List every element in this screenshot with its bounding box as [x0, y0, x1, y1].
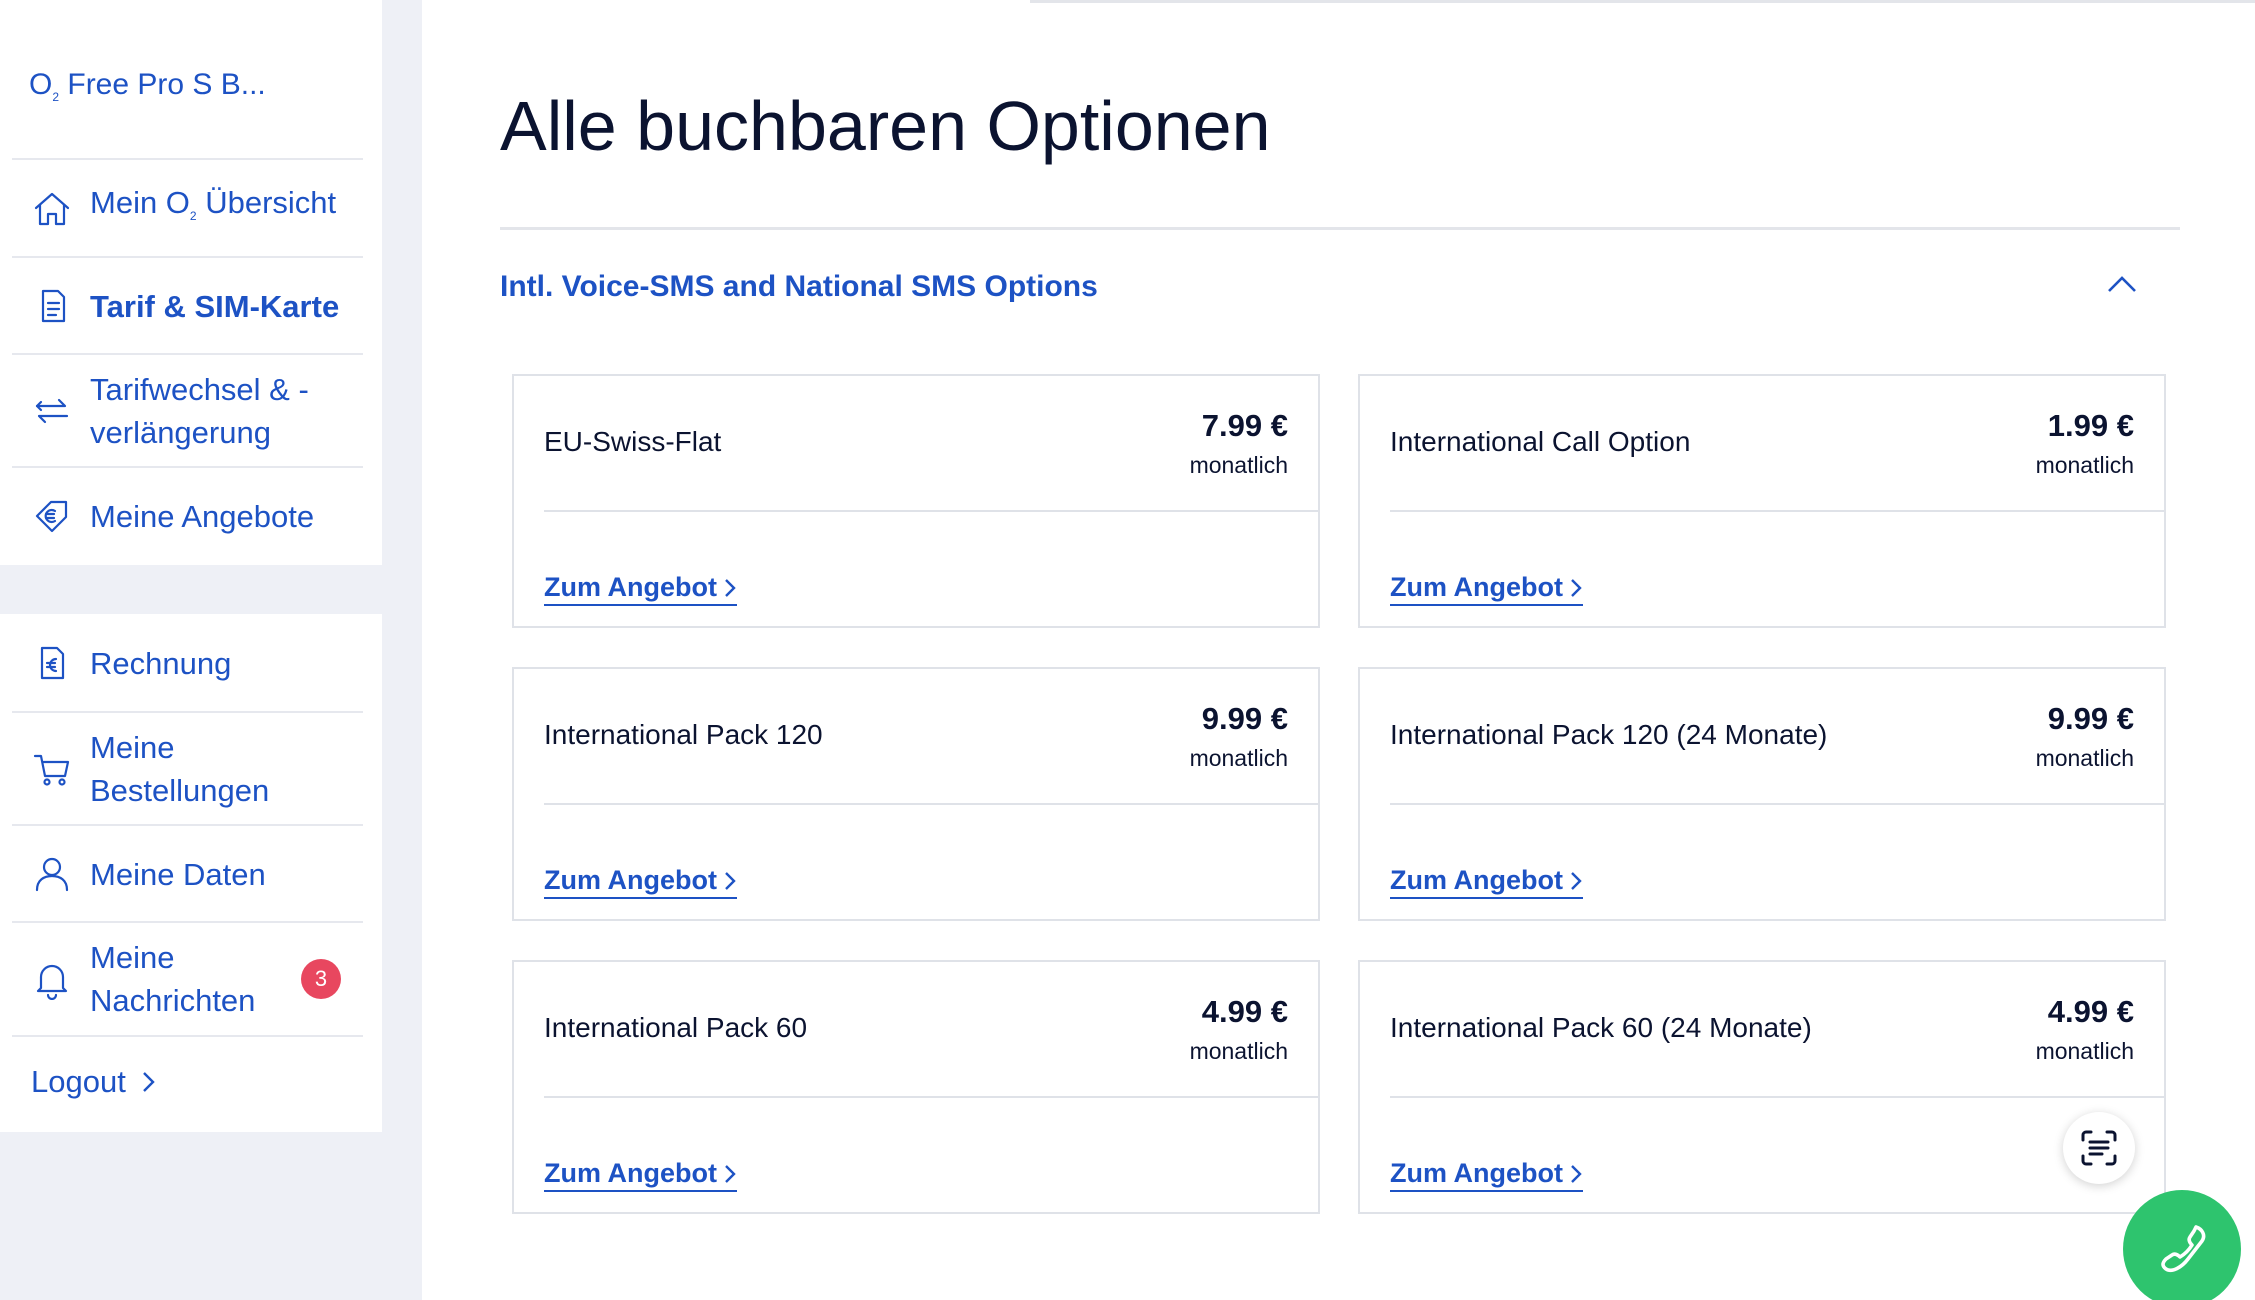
cart-icon	[12, 748, 90, 790]
sidebar-item-label: Meine Daten	[90, 856, 266, 892]
offer-card: International Pack 120 (24 Monate) 9.99 …	[1358, 667, 2166, 921]
sidebar-item-label: Meine Angebote	[90, 498, 315, 534]
bell-icon	[12, 958, 90, 1000]
offer-price: 9.99 €	[2047, 701, 2134, 736]
card-divider	[544, 1096, 1318, 1098]
document-icon	[12, 285, 90, 327]
offer-period: monatlich	[2035, 745, 2134, 771]
offer-link[interactable]: Zum Angebot	[1390, 1158, 1583, 1192]
offer-link[interactable]: Zum Angebot	[544, 572, 737, 606]
chevron-right-icon	[725, 1164, 736, 1183]
offer-period: monatlich	[1189, 1038, 1288, 1064]
sidebar-item-label: Rechnung	[90, 645, 232, 681]
section-title[interactable]: Intl. Voice-SMS and National SMS Options	[500, 270, 1098, 304]
swap-arrows-icon	[12, 390, 90, 432]
sidebar-item-angebote[interactable]: Meine Angebote	[12, 466, 363, 564]
phone-icon	[2161, 1225, 2206, 1273]
card-divider	[544, 803, 1318, 805]
sidebar-item-label: Tarif & SIM-Karte	[90, 288, 340, 324]
offer-period: monatlich	[2035, 1038, 2134, 1064]
scan-text-button[interactable]	[2063, 1112, 2135, 1184]
user-icon	[12, 853, 90, 895]
home-icon	[12, 188, 90, 230]
page-title: Alle buchbaren Optionen	[500, 87, 1271, 165]
sidebar-item-tarifwechsel[interactable]: Tarifwechsel & - verlängerung	[12, 353, 363, 467]
offer-period: monatlich	[1189, 745, 1288, 771]
logout-label: Logout	[31, 1064, 126, 1099]
offer-price: 9.99 €	[1201, 701, 1288, 736]
sidebar-item-daten[interactable]: Meine Daten	[12, 824, 363, 922]
euro-invoice-icon	[12, 642, 90, 684]
sidebar-divider	[12, 1035, 363, 1037]
sidebar-item-label: Meine Nachrichten	[90, 940, 256, 1018]
offer-link[interactable]: Zum Angebot	[1390, 572, 1583, 606]
chevron-right-icon	[142, 1072, 155, 1092]
card-divider	[544, 510, 1318, 512]
offer-card: International Call Option 1.99 € monatli…	[1358, 374, 2166, 628]
scan-text-icon	[2081, 1130, 2117, 1166]
offer-card: EU-Swiss-Flat 7.99 € monatlich Zum Angeb…	[512, 374, 1320, 628]
sidebar-item-nachrichten[interactable]: Meine Nachrichten 3	[12, 921, 363, 1035]
card-divider	[1390, 1096, 2164, 1098]
offer-period: monatlich	[1189, 452, 1288, 478]
offer-period: monatlich	[2035, 452, 2134, 478]
sidebar-item-label: Meine Bestellungen	[90, 730, 270, 808]
call-button[interactable]	[2123, 1190, 2241, 1300]
card-divider	[1390, 510, 2164, 512]
offer-price: 7.99 €	[1201, 408, 1288, 443]
offer-name: International Pack 120 (24 Monate)	[1390, 719, 1828, 750]
chevron-right-icon	[725, 578, 736, 597]
tarif-selector[interactable]: O2 Free Pro S B...	[29, 68, 266, 104]
offer-name: EU-Swiss-Flat	[544, 426, 722, 457]
section-divider	[500, 227, 2180, 230]
sidebar-item-overview[interactable]: Mein O2 Übersicht	[12, 158, 363, 258]
chevron-right-icon	[1571, 578, 1582, 597]
sidebar-item-label: Mein O2 Übersicht	[90, 184, 337, 223]
offer-link[interactable]: Zum Angebot	[544, 865, 737, 899]
notification-badge: 3	[301, 959, 341, 999]
sidebar-card-tarif: O2 Free Pro S B... Mein O2 Übersicht Tar…	[0, 0, 382, 565]
euro-tag-icon	[12, 495, 90, 537]
sidebar-item-rechnung[interactable]: Rechnung	[12, 614, 363, 712]
sidebar-item-bestellungen[interactable]: Meine Bestellungen	[12, 711, 363, 825]
offer-link[interactable]: Zum Angebot	[1390, 865, 1583, 899]
card-divider	[1390, 803, 2164, 805]
offer-price: 4.99 €	[1201, 994, 1288, 1029]
chevron-right-icon	[1571, 1164, 1582, 1183]
offer-name: International Pack 120	[544, 719, 823, 750]
offer-name: International Pack 60	[544, 1012, 808, 1043]
sidebar: O2 Free Pro S B... Mein O2 Übersicht Tar…	[0, 0, 422, 1300]
sidebar-item-tarif-sim[interactable]: Tarif & SIM-Karte	[12, 256, 363, 354]
offer-price: 1.99 €	[2047, 408, 2134, 443]
offer-link[interactable]: Zum Angebot	[544, 1158, 737, 1192]
offer-name: International Pack 60 (24 Monate)	[1390, 1012, 1812, 1043]
chevron-right-icon	[725, 871, 736, 890]
offer-card: International Pack 120 9.99 € monatlich …	[512, 667, 1320, 921]
offer-card: International Pack 60 4.99 € monatlich Z…	[512, 960, 1320, 1214]
sidebar-item-label: Tarifwechsel & - verlängerung	[90, 372, 309, 450]
offer-price: 4.99 €	[2047, 994, 2134, 1029]
chevron-right-icon	[1571, 871, 1582, 890]
offer-name: International Call Option	[1390, 426, 1691, 457]
sidebar-card-account: Rechnung Meine Bestellungen Meine Daten M…	[0, 614, 382, 1132]
top-border	[1030, 0, 2255, 3]
chevron-up-icon[interactable]	[2105, 272, 2139, 296]
offer-card: International Pack 60 (24 Monate) 4.99 €…	[1358, 960, 2166, 1214]
logout-link[interactable]: Logout	[31, 1064, 158, 1100]
